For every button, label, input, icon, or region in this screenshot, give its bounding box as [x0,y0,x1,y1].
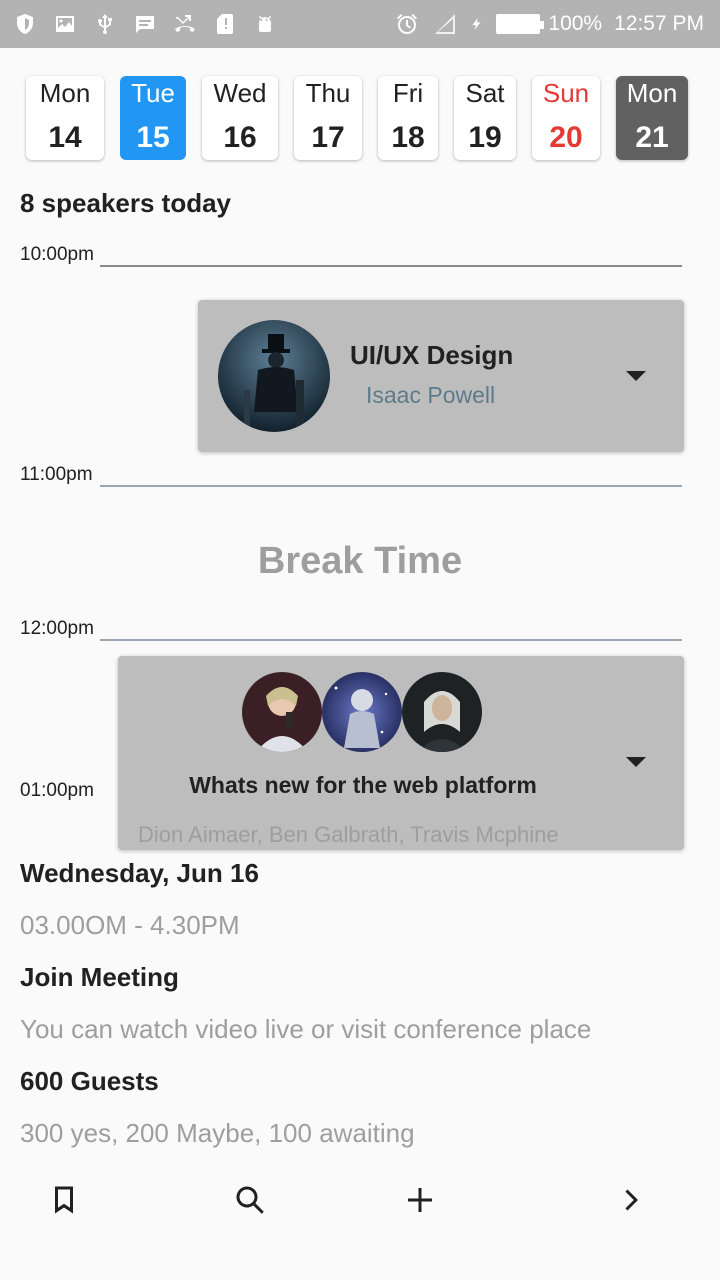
day-sat-19[interactable]: Sat 19 [454,76,516,160]
break-time-label: Break Time [257,540,463,582]
speaker-avatar [218,320,330,432]
join-meeting-title: Join Meeting [20,962,179,992]
timeline-divider [100,265,682,267]
system-icons: 100% 12:57 PM [394,10,704,38]
session-card-web-platform[interactable]: Whats new for the web platform Dion Aima… [118,656,684,850]
search-icon[interactable] [230,1180,270,1220]
day-name: Sun [542,78,590,108]
sd-card-icon [212,11,238,37]
day-mon-21[interactable]: Mon 21 [616,76,688,160]
timeline-divider [100,485,682,487]
speaker-avatar [402,672,482,752]
day-date: 14 [48,121,82,154]
day-date: 20 [549,121,583,154]
day-date: 17 [311,121,345,154]
time-label: 01:00pm [20,780,94,801]
message-icon [132,11,158,37]
shield-icon [12,11,38,37]
day-name: Sat [465,78,505,108]
time-label: 11:00pm [20,464,93,485]
join-meeting-description: You can watch video live or visit confer… [20,1014,592,1044]
chevron-right-icon[interactable] [612,1180,652,1220]
timeline-divider [100,639,682,641]
bottom-app-bar [0,1160,720,1240]
day-thu-17[interactable]: Thu 17 [294,76,362,160]
event-date: Wednesday, Jun 16 [20,858,259,888]
image-icon [52,11,78,37]
day-name: Wed [213,78,267,108]
session-speakers: Dion Aimaer, Ben Galbrath, Travis Mcphin… [138,822,559,847]
day-selector: Mon 14 Tue 15 Wed 16 Thu 17 Fri 18 Sat 1… [26,76,692,160]
day-name: Fri [392,78,424,108]
notification-icons [12,10,278,38]
time-label: 12:00pm [20,618,94,639]
time-label: 10:00pm [20,244,94,265]
clock: 12:57 PM [614,12,704,35]
session-title: UI/UX Design [350,340,514,370]
battery-icon [496,14,545,34]
session-speaker: Isaac Powell [366,382,496,408]
speakers-count: 8 speakers today [20,188,232,218]
speaker-avatar [242,672,322,752]
missed-call-icon [172,11,198,37]
day-date: 16 [223,121,257,154]
day-date: 21 [635,121,669,154]
day-name: Thu [305,78,351,108]
day-fri-18[interactable]: Fri 18 [378,76,438,160]
event-time: 03.00OM - 4.30PM [20,910,240,940]
expand-chevron-icon[interactable] [626,371,646,381]
day-name: Mon [39,78,91,108]
day-mon-14[interactable]: Mon 14 [26,76,104,160]
android-icon [252,11,278,37]
battery-percent: 100% [548,12,603,35]
bookmark-icon[interactable] [44,1180,84,1220]
day-name: Tue [131,78,175,108]
alarm-icon [394,11,420,37]
expand-chevron-icon[interactable] [626,757,646,767]
day-date: 15 [136,121,170,154]
guests-description: 300 yes, 200 Maybe, 100 awaiting [20,1118,415,1148]
guests-title: 600 Guests [20,1066,159,1096]
speaker-avatar [322,672,402,752]
day-wed-16[interactable]: Wed 16 [202,76,278,160]
signal-icon [432,11,458,37]
day-tue-15[interactable]: Tue 15 [120,76,186,160]
charging-icon [470,11,484,37]
add-icon[interactable] [400,1180,440,1220]
day-date: 18 [391,121,425,154]
day-date: 19 [468,121,502,154]
day-sun-20[interactable]: Sun 20 [532,76,600,160]
status-bar: 100% 12:57 PM [0,0,720,48]
day-name: Mon [626,78,678,108]
usb-icon [92,11,118,37]
session-card-ui-ux[interactable]: UI/UX Design Isaac Powell [198,300,684,452]
session-title: Whats new for the web platform [189,772,537,798]
